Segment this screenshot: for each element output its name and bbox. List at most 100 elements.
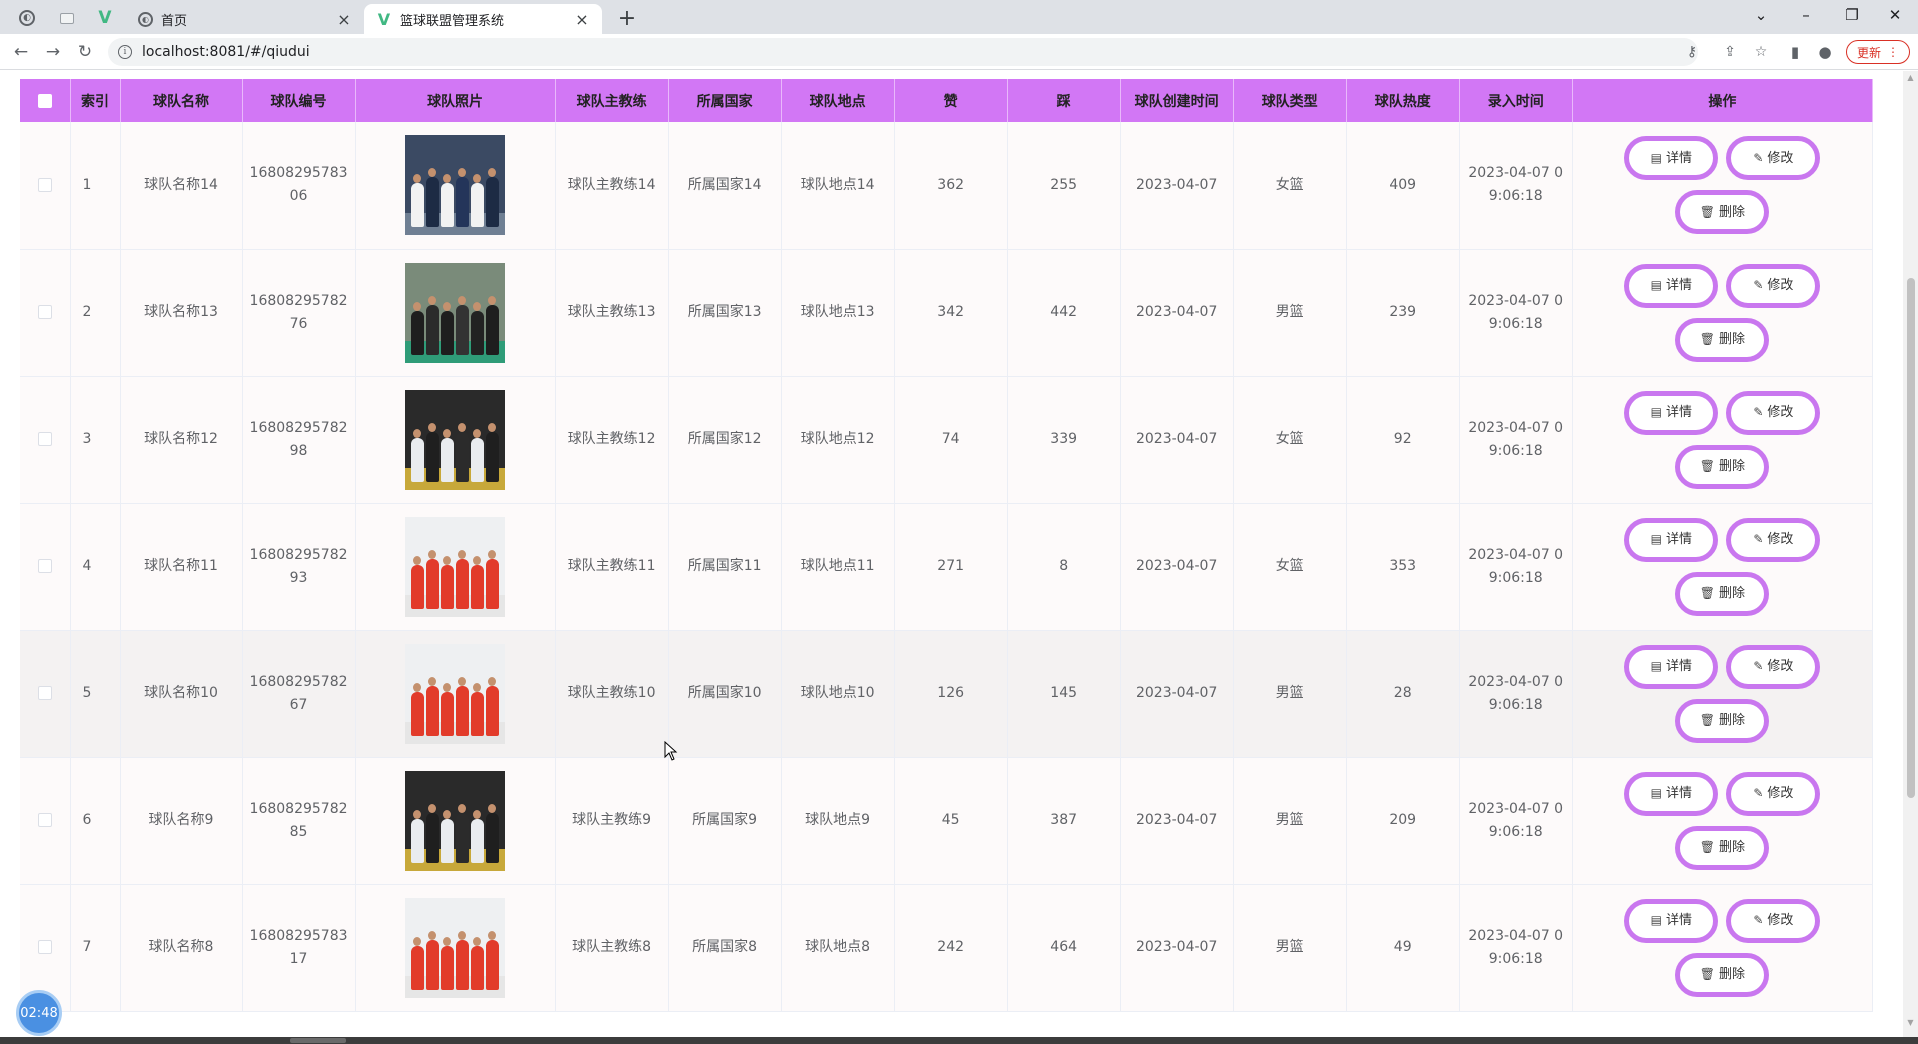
pinned-tab-1[interactable]: ◐ [10, 5, 44, 31]
vue-logo-icon: V [377, 9, 391, 29]
tab-basketball-system[interactable]: V 篮球联盟管理系统 × [364, 4, 602, 34]
select-all-header[interactable] [20, 79, 71, 122]
edit-label: 修改 [1767, 278, 1794, 293]
team-name: 球队名称11 [120, 503, 243, 631]
row-select-cell[interactable] [20, 630, 71, 758]
horizontal-scrollbar-thumb[interactable] [290, 1038, 346, 1043]
team-photo-cell [355, 376, 556, 504]
team-photo-red-jerseys[interactable] [405, 643, 506, 744]
back-button[interactable]: ← [8, 39, 34, 65]
share-icon[interactable]: ⇪ [1720, 42, 1740, 62]
edit-button[interactable]: ✎ 修改 [1726, 263, 1821, 308]
delete-button[interactable]: 🗑 删除 [1675, 444, 1770, 489]
row-checkbox[interactable] [37, 432, 52, 446]
close-icon[interactable]: × [336, 10, 352, 29]
edit-button[interactable]: ✎ 修改 [1726, 898, 1821, 943]
detail-button[interactable]: ▤ 详情 [1624, 517, 1719, 562]
close-window-button[interactable]: ✕ [1872, 0, 1918, 30]
key-icon[interactable]: ⚷ [1682, 42, 1702, 62]
edit-label: 修改 [1767, 405, 1794, 420]
team-code: 16808295782 93 [242, 503, 356, 631]
row-checkbox[interactable] [37, 686, 52, 700]
team-coach: 球队主教练14 [555, 122, 669, 250]
detail-button[interactable]: ▤ 详情 [1624, 771, 1719, 816]
row-checkbox[interactable] [37, 177, 52, 192]
edit-button[interactable]: ✎ 修改 [1726, 136, 1821, 181]
delete-button[interactable]: 🗑 删除 [1675, 190, 1770, 235]
row-index: 4 [70, 503, 121, 631]
team-type: 女篮 [1233, 503, 1347, 631]
trash-icon: 🗑 [1699, 967, 1715, 981]
edit-button[interactable]: ✎ 修改 [1726, 644, 1821, 689]
reload-button[interactable]: ↻ [72, 39, 98, 65]
team-code: 16808295782 76 [242, 249, 356, 377]
delete-button[interactable]: 🗑 删除 [1675, 952, 1770, 997]
detail-button[interactable]: ▤ 详情 [1624, 898, 1719, 943]
minimize-button[interactable]: – [1783, 0, 1829, 30]
edit-icon: ✎ [1753, 532, 1764, 546]
team-photo-huddle[interactable] [405, 135, 506, 236]
row-checkbox[interactable] [37, 559, 52, 573]
team-photo-court[interactable] [405, 262, 506, 363]
side-panel-icon[interactable]: ▮ [1784, 41, 1806, 63]
team-photo-red-jerseys[interactable] [405, 897, 506, 998]
column-header: 操作 [1572, 79, 1874, 122]
delete-button[interactable]: 🗑 删除 [1675, 571, 1770, 616]
detail-button[interactable]: ▤ 详情 [1624, 644, 1719, 689]
team-photo-cell [355, 249, 556, 377]
edit-button[interactable]: ✎ 修改 [1726, 771, 1821, 816]
detail-button[interactable]: ▤ 详情 [1624, 263, 1719, 308]
dislikes-count: 442 [1007, 249, 1121, 377]
forward-button[interactable]: → [40, 39, 66, 65]
vertical-scrollbar[interactable]: ▲ ▼ [1903, 71, 1918, 1037]
team-location: 球队地点12 [781, 376, 895, 504]
recording-timer[interactable]: 02:48 [16, 990, 62, 1036]
pinned-tab-3[interactable]: V [88, 5, 122, 31]
address-bar[interactable]: i localhost:8081/#/qiudui ⚷ ⇪ ☆ [108, 38, 1767, 66]
column-header: 球队地点 [781, 79, 895, 122]
edit-button[interactable]: ✎ 修改 [1726, 517, 1821, 562]
team-photo-celebration[interactable] [405, 389, 506, 490]
row-select-cell[interactable] [20, 249, 71, 377]
team-photo-red-jerseys[interactable] [405, 516, 506, 617]
edit-button[interactable]: ✎ 修改 [1726, 390, 1821, 435]
delete-label: 删除 [1718, 586, 1745, 601]
scrollbar-thumb[interactable] [1907, 278, 1915, 798]
select-all-checkbox[interactable] [37, 93, 52, 108]
profile-icon[interactable]: ● [1814, 41, 1836, 63]
team-photo-celebration[interactable] [405, 770, 506, 871]
detail-button[interactable]: ▤ 详情 [1624, 136, 1719, 181]
star-icon[interactable]: ☆ [1751, 42, 1771, 62]
edit-label: 修改 [1767, 150, 1794, 166]
row-checkbox[interactable] [37, 813, 52, 827]
tab-search-button[interactable]: ⌄ [1738, 0, 1784, 30]
row-select-cell[interactable] [20, 122, 71, 250]
new-tab-button[interactable]: + [614, 5, 640, 31]
delete-button[interactable]: 🗑 删除 [1675, 317, 1770, 362]
row-select-cell[interactable] [20, 376, 71, 504]
tab-home[interactable]: ◐ 首页 × [126, 4, 364, 34]
dislikes-count: 145 [1007, 630, 1121, 758]
restore-button[interactable]: ❐ [1829, 0, 1875, 30]
trash-icon: 🗑 [1699, 204, 1715, 219]
scroll-down-icon[interactable]: ▼ [1906, 1018, 1915, 1027]
pinned-tab-2[interactable] [50, 5, 84, 31]
delete-button[interactable]: 🗑 删除 [1675, 698, 1770, 743]
table-row: 5 球队名称10 16808295782 67 球队主教练10 所属国家10 球队地点10… [20, 630, 1874, 758]
close-icon[interactable]: × [574, 10, 590, 29]
row-checkbox[interactable] [37, 940, 52, 954]
scroll-up-icon[interactable]: ▲ [1906, 73, 1915, 82]
browser-tab-bar: ◐ V ◐ 首页 × V 篮球联盟管理系统 × + ⌄ – ❐ ✕ [0, 0, 1918, 34]
mouse-cursor-icon [664, 741, 678, 761]
row-checkbox[interactable] [37, 305, 52, 319]
row-select-cell[interactable] [20, 757, 71, 885]
delete-button[interactable]: 🗑 删除 [1675, 825, 1770, 870]
column-header: 赞 [894, 79, 1008, 122]
detail-button[interactable]: ▤ 详情 [1624, 390, 1719, 435]
table-row: 2 球队名称13 16808295782 76 球队主教练13 所属国家13 球队地点13… [20, 249, 1874, 377]
update-button[interactable]: 更新 ⋮ [1846, 40, 1910, 64]
info-icon[interactable]: i [118, 45, 132, 59]
team-photo-cell [355, 122, 556, 250]
row-select-cell[interactable] [20, 503, 71, 631]
created-date: 2023-04-07 [1120, 376, 1234, 504]
